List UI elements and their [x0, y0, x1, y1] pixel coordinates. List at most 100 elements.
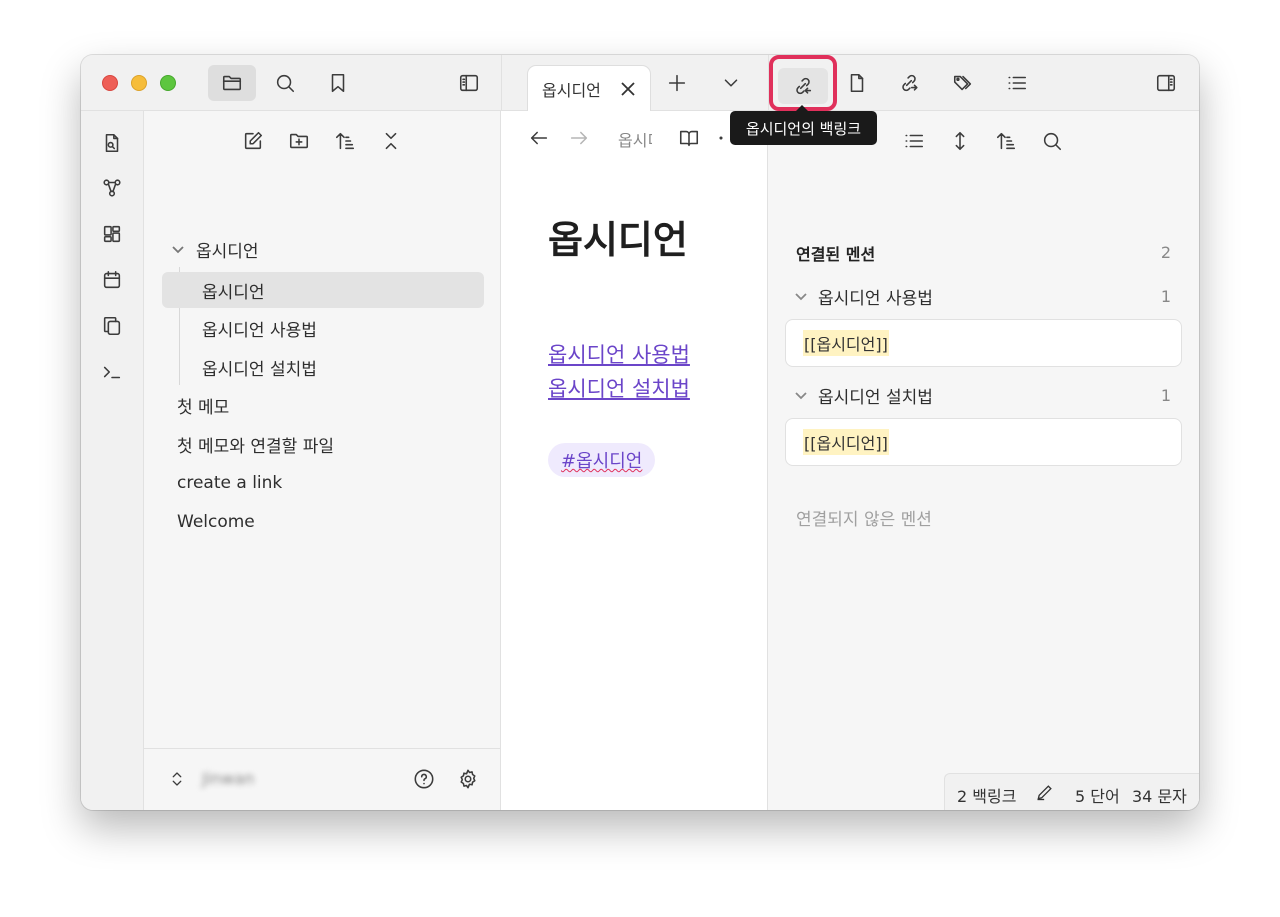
templates-button[interactable]: [91, 308, 133, 344]
chevron-down-icon: [795, 293, 807, 301]
command-palette-button[interactable]: [91, 354, 133, 390]
breadcrumb[interactable]: 옵시디언: [618, 127, 652, 151]
obsidian-window: 옵시디언 옵시디언 옵시디언 옵시디언 사용법 옵시디언 설치법 첫 메모 첫 …: [81, 55, 1199, 810]
sort-backlinks-button[interactable]: [986, 123, 1026, 159]
arrow-right-icon: [570, 131, 588, 145]
quick-switcher-button[interactable]: [91, 125, 133, 161]
tree-item-label: Welcome: [177, 512, 255, 532]
tree-item-label: 첫 메모와 연결할 파일: [177, 436, 334, 457]
sort-ascending-icon: [335, 132, 355, 150]
search-icon: [1043, 132, 1062, 151]
status-backlinks[interactable]: 2 백링크: [957, 783, 1016, 807]
canvas-button[interactable]: [91, 216, 133, 252]
tags-icon: [953, 75, 972, 91]
collapse-all-button[interactable]: [371, 123, 411, 159]
vertical-arrows-icon: [955, 131, 965, 151]
new-tab-button[interactable]: [657, 65, 697, 101]
backlink-group-install[interactable]: 옵시디언 설치법: [794, 381, 933, 409]
divider: [501, 55, 502, 111]
sidebar-right-icon: [1156, 74, 1176, 92]
internal-link[interactable]: 옵시디언 설치법: [548, 373, 690, 403]
status-bar: 2 백링크 5 단어 34 문자: [944, 773, 1199, 810]
file-oblivion[interactable]: 옵시디언: [162, 272, 484, 308]
graph-view-button[interactable]: [91, 170, 133, 206]
file-oblivion-install[interactable]: 옵시디언 설치법: [162, 349, 484, 385]
backlink-snippet[interactable]: [[옵시디언]]: [785, 319, 1182, 367]
linked-mentions-heading[interactable]: 연결된 멘션: [796, 241, 875, 265]
search-icon: [276, 74, 295, 93]
minimize-window-button[interactable]: [131, 75, 147, 91]
navigate-forward-button[interactable]: [561, 121, 597, 155]
unlinked-mentions-heading[interactable]: 연결되지 않은 멘션: [796, 505, 932, 530]
close-icon: [621, 82, 635, 96]
file-create-a-link[interactable]: create a link: [162, 465, 484, 501]
tag-pill[interactable]: #옵시디언: [548, 443, 656, 477]
help-circle-icon: [414, 769, 434, 789]
zoom-window-button[interactable]: [160, 75, 176, 91]
gear-icon: [460, 769, 476, 789]
tree-item-label: 옵시디언 사용법: [202, 320, 317, 341]
plus-icon: [668, 74, 686, 92]
file-search-icon: [105, 133, 119, 153]
calendar-icon: [103, 270, 121, 289]
ribbon: [81, 111, 144, 810]
tag-label: #옵시디언: [561, 451, 643, 472]
tree-item-label: 옵시디언: [202, 282, 265, 303]
backlinks-tooltip: 옵시디언의 백링크: [730, 105, 877, 145]
explorer-footer: Jinwan: [144, 748, 501, 810]
outline-tab-button[interactable]: [997, 65, 1037, 101]
backlink-group-count: 1: [1160, 386, 1171, 405]
folder-icon: [222, 75, 242, 91]
file-icon: [850, 73, 864, 93]
vault-switcher-button[interactable]: [162, 761, 192, 797]
bookmark-icon: [331, 73, 345, 93]
close-window-button[interactable]: [102, 75, 118, 91]
chevron-down-icon: [170, 241, 186, 257]
settings-button[interactable]: [450, 761, 486, 797]
more-options-button[interactable]: [711, 121, 731, 155]
new-note-button[interactable]: [233, 123, 273, 159]
expand-collapse-button[interactable]: [940, 123, 980, 159]
list-icon: [905, 134, 924, 148]
daily-note-button[interactable]: [91, 262, 133, 298]
help-button[interactable]: [406, 761, 442, 797]
edit-mode-toggle[interactable]: [1035, 782, 1055, 806]
new-folder-button[interactable]: [279, 123, 319, 159]
bookmarks-tab-button[interactable]: [316, 65, 360, 101]
tab-oblivion[interactable]: 옵시디언: [527, 65, 651, 112]
folder-oblivion[interactable]: 옵시디언: [160, 231, 482, 267]
tree-item-label: 옵시디언: [196, 241, 259, 262]
sort-button[interactable]: [325, 123, 365, 159]
file-welcome[interactable]: Welcome: [162, 504, 484, 540]
tree-item-label: 첫 메모: [177, 397, 230, 418]
highlight-frame: [769, 55, 837, 111]
tags-tab-button[interactable]: [943, 65, 983, 101]
search-backlinks-button[interactable]: [1032, 123, 1072, 159]
reading-view-button[interactable]: [671, 121, 707, 155]
file-oblivion-usage[interactable]: 옵시디언 사용법: [162, 310, 484, 346]
linked-mentions-count: 2: [1160, 243, 1171, 262]
backlink-group-title: 옵시디언 설치법: [818, 387, 933, 408]
internal-link[interactable]: 옵시디언 사용법: [548, 339, 690, 369]
files-tab-button[interactable]: [208, 65, 256, 101]
toggle-left-sidebar-button[interactable]: [447, 65, 491, 101]
tab-close-button[interactable]: [618, 79, 638, 99]
backlinks-panel: 연결된 멘션 2 옵시디언 사용법 1 [[옵시디언]] 옵시디언 설치법 1 …: [768, 111, 1199, 810]
toggle-list-view-button[interactable]: [894, 123, 934, 159]
toggle-right-sidebar-button[interactable]: [1146, 65, 1186, 101]
backlink-snippet[interactable]: [[옵시디언]]: [785, 418, 1182, 466]
sort-ascending-icon: [996, 132, 1016, 150]
file-first-memo-link[interactable]: 첫 메모와 연결할 파일: [162, 426, 484, 462]
file-info-tab-button[interactable]: [837, 65, 877, 101]
graph-icon: [103, 179, 121, 197]
vault-name[interactable]: Jinwan: [202, 769, 254, 788]
tab-list-button[interactable]: [711, 65, 751, 101]
tab-title: 옵시디언: [542, 81, 601, 100]
navigate-back-button[interactable]: [521, 121, 557, 155]
file-first-memo[interactable]: 첫 메모: [162, 387, 484, 423]
terminal-icon: [103, 366, 121, 379]
search-tab-button[interactable]: [263, 65, 307, 101]
editor-pane: 옵시디언 옵시디언 옵시디언 사용법 옵시디언 설치법 #옵시디언: [501, 111, 768, 810]
outgoing-links-tab-button[interactable]: [889, 65, 929, 101]
backlink-group-usage[interactable]: 옵시디언 사용법: [794, 282, 933, 310]
